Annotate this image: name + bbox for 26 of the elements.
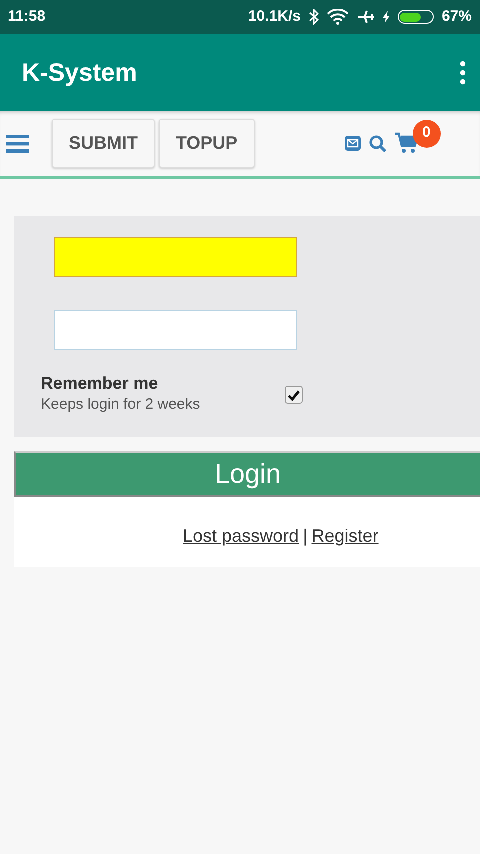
lost-password-link[interactable]: Lost password bbox=[183, 523, 300, 567]
username-field[interactable] bbox=[54, 237, 297, 277]
login-button[interactable]: Login bbox=[14, 451, 480, 497]
register-link[interactable]: Register bbox=[312, 523, 379, 567]
cart-icon[interactable] bbox=[394, 132, 419, 154]
bluetooth-icon bbox=[308, 9, 319, 25]
search-icon[interactable] bbox=[368, 134, 387, 152]
link-separator: | bbox=[303, 525, 308, 548]
clock: 11:58 bbox=[8, 6, 46, 27]
airplane-icon bbox=[356, 9, 375, 25]
more-options-icon[interactable] bbox=[460, 60, 466, 84]
wifi-icon bbox=[326, 9, 349, 25]
nav-button[interactable]: SUBMIT bbox=[52, 119, 155, 168]
battery-percentage: 67% bbox=[442, 6, 472, 27]
battery-icon bbox=[398, 10, 434, 24]
cart-count-badge: 0 bbox=[412, 120, 441, 148]
mail-icon[interactable] bbox=[344, 136, 361, 151]
remember-label: Remember me bbox=[41, 374, 160, 394]
network-speed: 10.1K/s bbox=[248, 6, 301, 27]
password-field[interactable] bbox=[54, 310, 297, 350]
charging-icon bbox=[382, 11, 390, 23]
menu-icon[interactable] bbox=[6, 134, 29, 152]
nav-button[interactable]: TOPUP bbox=[159, 119, 255, 168]
remember-hint: Keeps login for 2 weeks bbox=[41, 395, 202, 416]
app-title: K-System bbox=[22, 58, 138, 88]
remember-checkbox[interactable] bbox=[285, 386, 303, 404]
